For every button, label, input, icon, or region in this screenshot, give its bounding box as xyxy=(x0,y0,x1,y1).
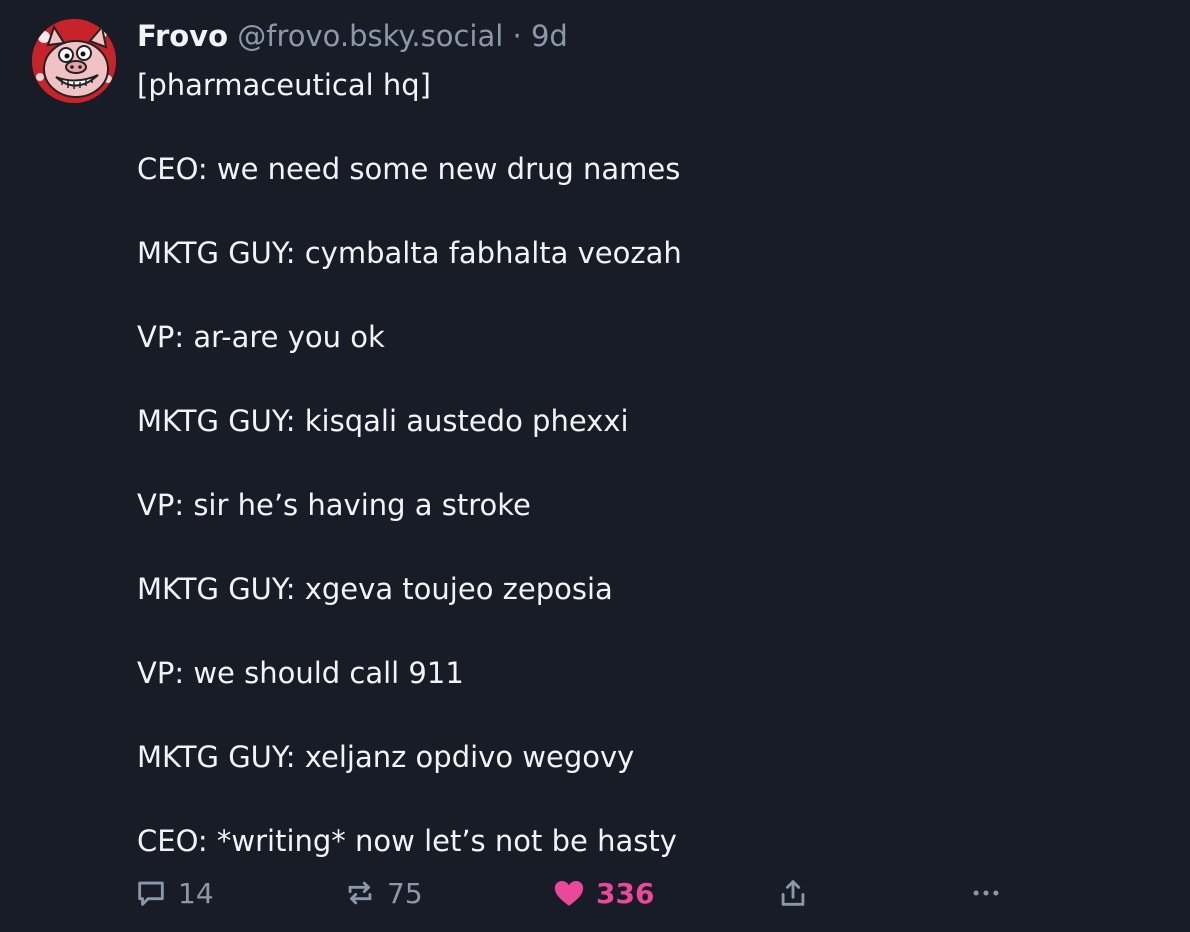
post-line: CEO: *writing* now let’s not be hasty xyxy=(137,824,677,858)
post-line: VP: we should call 911 xyxy=(137,656,464,690)
repost-button[interactable]: 75 xyxy=(343,870,423,916)
post-timestamp[interactable]: 9d xyxy=(531,19,568,53)
speech-bubble-icon xyxy=(138,881,164,906)
post-line: CEO: we need some new drug names xyxy=(137,152,681,186)
more-options-button[interactable] xyxy=(968,870,1004,916)
pig-face-avatar-icon xyxy=(32,19,116,103)
post-header: Frovo @frovo.bsky.social · 9d xyxy=(137,18,568,54)
post-line: VP: ar-are you ok xyxy=(137,320,385,354)
author-handle[interactable]: @frovo.bsky.social xyxy=(237,19,503,53)
repost-count: 75 xyxy=(387,876,423,910)
avatar[interactable] xyxy=(32,19,116,103)
post-line: MKTG GUY: kisqali austedo phexxi xyxy=(137,404,629,438)
post: Frovo @frovo.bsky.social · 9d [pharmaceu… xyxy=(0,0,1190,932)
post-line: MKTG GUY: xeljanz opdivo wegovy xyxy=(137,740,635,774)
heart-filled-icon xyxy=(554,880,584,906)
post-line: MKTG GUY: xgeva toujeo zeposia xyxy=(137,572,613,606)
ellipsis-icon xyxy=(973,890,999,896)
post-line: VP: sir he’s having a stroke xyxy=(137,488,531,522)
like-count: 336 xyxy=(596,876,655,910)
reply-button[interactable]: 14 xyxy=(134,870,214,916)
post-line: MKTG GUY: cymbalta fabhalta veozah xyxy=(137,236,682,270)
post-line: [pharmaceutical hq] xyxy=(137,68,431,102)
like-button[interactable]: 336 xyxy=(552,870,654,916)
repost-arrows-icon xyxy=(348,881,372,905)
share-button[interactable] xyxy=(776,870,810,916)
share-upload-icon xyxy=(781,880,805,906)
reply-count: 14 xyxy=(178,876,214,910)
post-text: [pharmaceutical hq] CEO: we need some ne… xyxy=(137,64,1137,862)
separator-dot: · xyxy=(512,19,522,53)
post-actions: 14 75 336 xyxy=(0,870,1190,916)
author-name[interactable]: Frovo xyxy=(137,19,228,53)
